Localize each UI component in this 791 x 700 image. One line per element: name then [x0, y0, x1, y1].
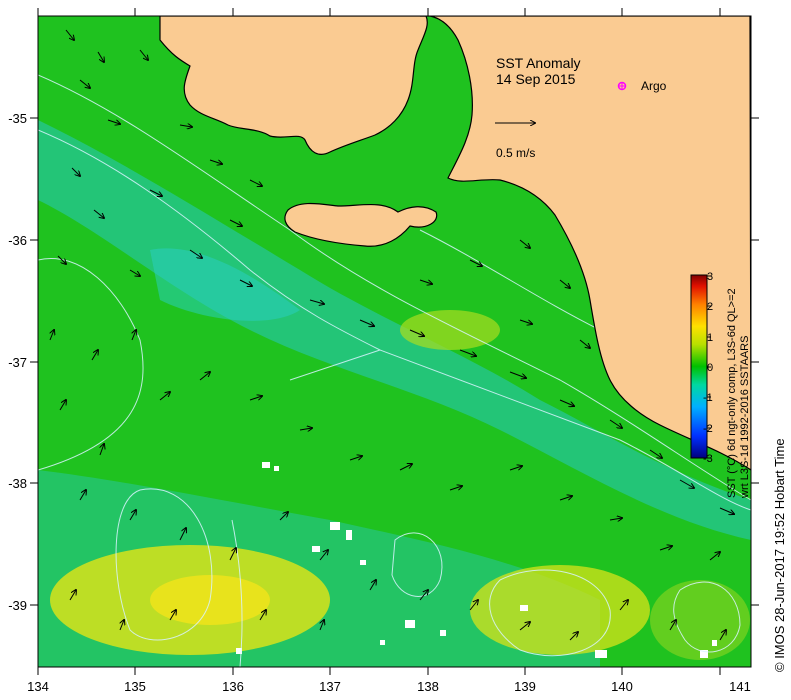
- colorbar-tick-1: 1: [707, 332, 713, 344]
- map-title: SST Anomaly: [496, 55, 581, 71]
- lat-tick-38: -38: [8, 476, 27, 491]
- colorbar-tick-neg3: -3: [703, 453, 713, 465]
- colorbar-title-line2: wrt L3S-1d 1992-2016 SSTAARS: [739, 336, 751, 499]
- warm-anomaly-east: [650, 580, 750, 660]
- colorbar-tick-neg1: -1: [703, 392, 713, 404]
- lon-tick-135: 135: [124, 679, 146, 694]
- warm-anomaly-coastal: [400, 310, 500, 350]
- lon-tick-136: 136: [222, 679, 244, 694]
- colorbar-title-line1: SST (°C) 6d ngt-only comp, L3S-6d QL>=2: [726, 288, 738, 498]
- lat-tick-37: -37: [8, 355, 27, 370]
- colorbar-tick-0: 0: [707, 362, 713, 374]
- argo-legend-label: Argo: [641, 79, 667, 93]
- imos-credit: © IMOS 28-Jun-2017 19:52 Hobart Time: [772, 438, 787, 672]
- colorbar-tick-2: 2: [707, 301, 713, 313]
- lon-tick-140: 140: [611, 679, 633, 694]
- sst-map-figure: 134 135 136 137 138 139 140 141 -35 -36 …: [8, 8, 759, 694]
- lon-tick-134: 134: [27, 679, 49, 694]
- lon-tick-137: 137: [319, 679, 341, 694]
- vector-scale-label: 0.5 m/s: [496, 146, 535, 160]
- lat-tick-36: -36: [8, 233, 27, 248]
- map-plot-area: [38, 16, 751, 667]
- warm-anomaly-south-central: [470, 565, 650, 655]
- argo-marker-icon: [617, 81, 627, 91]
- colorbar-tick-neg2: -2: [703, 423, 713, 435]
- lon-tick-139: 139: [514, 679, 536, 694]
- lat-tick-35: -35: [8, 111, 27, 126]
- lat-tick-39: -39: [8, 598, 27, 613]
- map-date: 14 Sep 2015: [496, 71, 576, 87]
- lon-tick-138: 138: [417, 679, 439, 694]
- colorbar-tick-3: 3: [707, 271, 713, 283]
- lon-tick-141: 141: [729, 679, 751, 694]
